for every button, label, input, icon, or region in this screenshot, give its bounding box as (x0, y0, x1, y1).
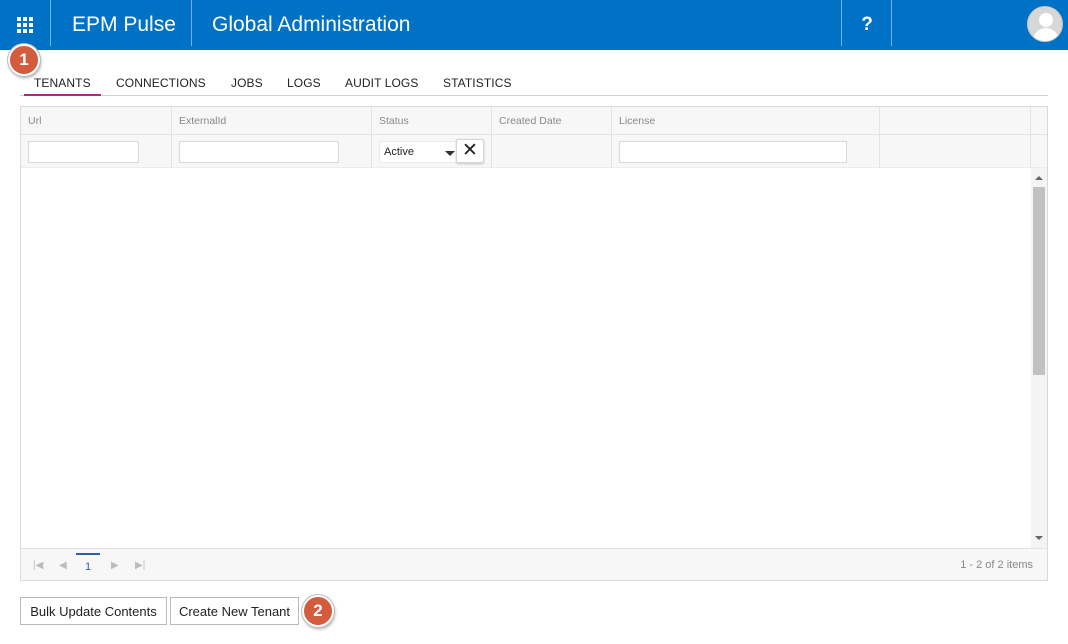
filter-row: Active ✕ (21, 135, 1047, 168)
column-header-created-date[interactable]: Created Date (492, 107, 612, 135)
create-new-tenant-button[interactable]: Create New Tenant (170, 597, 299, 625)
filter-cell-externalid (172, 135, 372, 168)
scroll-down-icon[interactable] (1035, 536, 1043, 540)
scroll-up-icon[interactable] (1035, 176, 1043, 180)
next-page-icon[interactable]: ▶ (111, 560, 119, 571)
header-divider (191, 0, 192, 46)
app-launcher-button[interactable] (0, 0, 50, 50)
callout-badge-1: 1 (8, 44, 40, 76)
column-header-status[interactable]: Status (372, 107, 492, 135)
grid-pager: |◀ ◀ 1 ▶ ▶| 1 - 2 of 2 items (21, 548, 1047, 580)
page-number-button[interactable]: 1 (76, 553, 100, 575)
help-button[interactable]: ? (842, 0, 892, 50)
last-page-icon[interactable]: ▶| (135, 560, 145, 571)
clear-filter-button[interactable]: ✕ (456, 139, 484, 163)
status-filter-select[interactable]: Active (379, 141, 457, 163)
column-header-license[interactable]: License (612, 107, 880, 135)
tab-statistics[interactable]: STATISTICS (443, 76, 512, 90)
page-title: Global Administration (212, 13, 411, 36)
tab-jobs[interactable]: JOBS (231, 76, 263, 90)
grid-header: Url ExternalId Status Created Date Licen… (21, 107, 1047, 135)
top-bar: EPM Pulse Global Administration ? (0, 0, 1068, 50)
filter-cell-created-date (492, 135, 612, 168)
tab-logs[interactable]: LOGS (287, 76, 321, 90)
column-header-url[interactable]: Url (21, 107, 172, 135)
header-divider (50, 0, 51, 46)
pager-info: 1 - 2 of 2 items (960, 559, 1033, 571)
tab-connections[interactable]: CONNECTIONS (116, 76, 206, 90)
filter-cell-url (21, 135, 172, 168)
admin-tabs: TENANTS CONNECTIONS JOBS LOGS AUDIT LOGS… (20, 70, 1048, 96)
prev-page-icon[interactable]: ◀ (59, 560, 67, 571)
vertical-scrollbar[interactable] (1031, 168, 1047, 548)
externalid-filter-input[interactable] (179, 141, 339, 163)
column-header-externalid[interactable]: ExternalId (172, 107, 372, 135)
waffle-icon (17, 17, 33, 33)
tenants-grid: Url ExternalId Status Created Date Licen… (20, 106, 1048, 581)
user-avatar[interactable] (1027, 6, 1063, 42)
header-divider (891, 0, 892, 46)
tab-audit-logs[interactable]: AUDIT LOGS (345, 76, 418, 90)
filter-cell-license (612, 135, 880, 168)
filter-cell-status: Active ✕ (372, 135, 492, 168)
tab-tenants[interactable]: TENANTS (24, 76, 101, 96)
chevron-down-icon (445, 151, 455, 156)
callout-badge-2: 2 (302, 595, 334, 627)
first-page-icon[interactable]: |◀ (33, 560, 43, 571)
avatar-head (1039, 13, 1053, 27)
avatar-body (1033, 28, 1059, 41)
filter-cell-actions (880, 135, 1031, 168)
status-filter-value: Active (384, 146, 414, 158)
bulk-update-contents-button[interactable]: Bulk Update Contents (20, 597, 167, 625)
url-filter-input[interactable] (28, 141, 139, 163)
license-filter-input[interactable] (619, 141, 847, 163)
grid-body (21, 168, 1031, 548)
app-name: EPM Pulse (72, 13, 176, 36)
column-header-actions (880, 107, 1031, 135)
scroll-thumb[interactable] (1033, 187, 1045, 375)
